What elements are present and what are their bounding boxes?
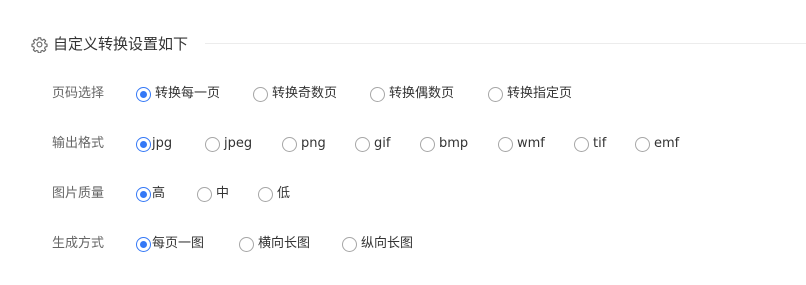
radio-option-quality-medium[interactable]: 中 [197,184,229,204]
option-label: 纵向长图 [361,236,414,251]
radio-button[interactable] [420,136,435,152]
row-output-format: 输出格式 [52,134,136,154]
radio-button[interactable] [282,136,297,152]
radio-option-wmf[interactable]: wmf [498,134,545,154]
generation-mode-label: 生成方式 [52,236,105,251]
section-header: 自定义转换设置如下 [31,34,188,54]
radio-button[interactable] [342,236,357,252]
option-label: 每页一图 [152,236,205,251]
radio-option-convert-even-pages[interactable]: 转换偶数页 [370,84,454,104]
radio-option-bmp[interactable]: bmp [420,134,468,154]
radio-option-vertical-long-image[interactable]: 纵向长图 [342,234,413,254]
radio-option-jpeg[interactable]: jpeg [205,134,252,154]
option-label: 高 [152,186,166,201]
radio-button-checked[interactable] [136,236,151,252]
radio-option-jpg[interactable]: jpg [136,134,172,154]
option-label: bmp [439,136,469,151]
conversion-settings-panel: 自定义转换设置如下 页码选择 转换每一页 转换奇数页 转换偶数页 转换指定页 输… [0,0,806,285]
option-label: tif [593,136,607,151]
row-image-quality: 图片质量 [52,184,136,204]
radio-option-emf[interactable]: emf [635,134,679,154]
radio-option-convert-every-page[interactable]: 转换每一页 [136,84,220,104]
radio-button-checked[interactable] [136,136,151,152]
radio-button[interactable] [574,136,589,152]
page-selection-label: 页码选择 [52,86,105,101]
option-label: 转换偶数页 [389,86,455,101]
radio-button-checked[interactable] [136,186,151,202]
gear-icon [31,36,48,53]
radio-button[interactable] [197,186,212,202]
radio-button[interactable] [498,136,513,152]
radio-button[interactable] [355,136,370,152]
radio-button[interactable] [488,86,503,102]
radio-option-quality-high[interactable]: 高 [136,184,165,204]
option-label: 转换奇数页 [272,86,338,101]
radio-option-convert-odd-pages[interactable]: 转换奇数页 [253,84,337,104]
row-page-selection: 页码选择 [52,84,136,104]
header-divider [205,43,806,44]
radio-button[interactable] [205,136,220,152]
option-label: 低 [277,186,291,201]
option-label: jpg [152,136,173,151]
radio-option-tif[interactable]: tif [574,134,606,154]
radio-option-png[interactable]: png [282,134,326,154]
section-title: 自定义转换设置如下 [53,35,189,53]
radio-button[interactable] [370,86,385,102]
option-label: png [301,136,326,151]
option-label: gif [374,136,391,151]
radio-option-convert-specified-pages[interactable]: 转换指定页 [488,84,572,104]
option-label: emf [654,136,680,151]
radio-button[interactable] [239,236,254,252]
row-generation-mode: 生成方式 [52,234,136,254]
output-format-label: 输出格式 [52,136,105,151]
option-label: 转换指定页 [507,86,573,101]
image-quality-label: 图片质量 [52,186,105,201]
radio-button[interactable] [253,86,268,102]
radio-option-quality-low[interactable]: 低 [258,184,290,204]
option-label: 转换每一页 [155,86,221,101]
radio-option-horizontal-long-image[interactable]: 横向长图 [239,234,310,254]
radio-button-checked[interactable] [136,86,151,102]
option-label: jpeg [224,136,253,151]
option-label: 横向长图 [258,236,311,251]
option-label: wmf [517,136,545,151]
radio-option-one-image-per-page[interactable]: 每页一图 [136,234,204,254]
radio-option-gif[interactable]: gif [355,134,390,154]
radio-button[interactable] [635,136,650,152]
radio-button[interactable] [258,186,273,202]
option-label: 中 [216,186,230,201]
